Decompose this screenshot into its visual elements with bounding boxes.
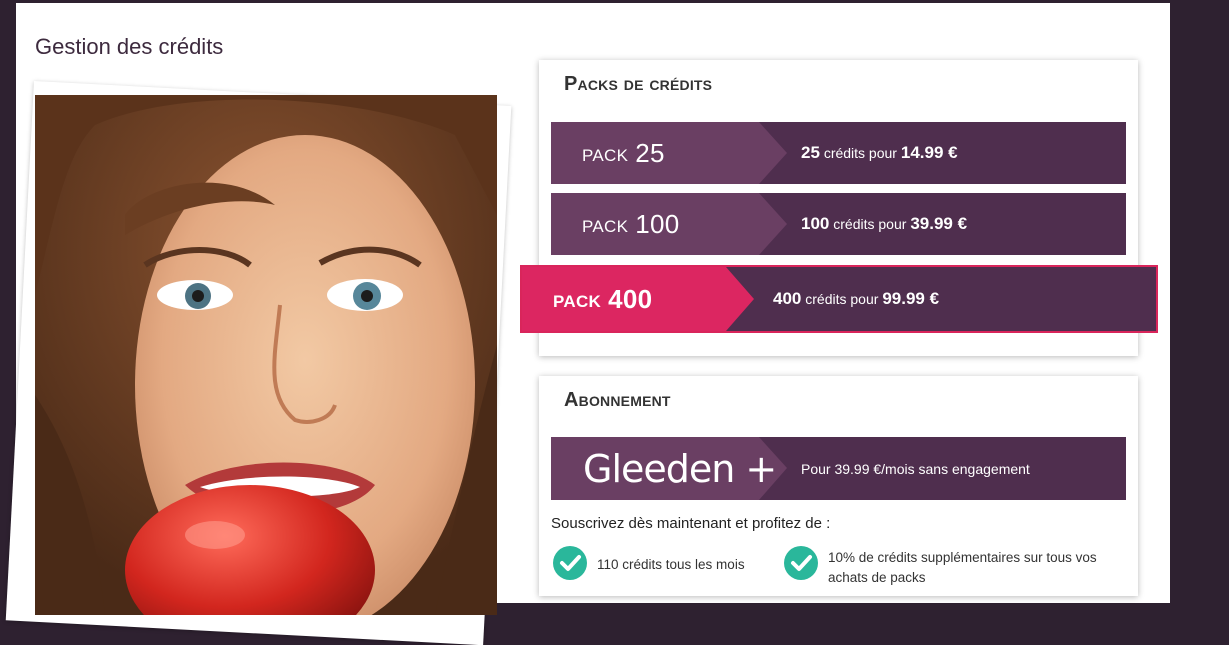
subscription-button[interactable]: Gleeden + Pour 39.99 €/mois sans engagem…	[551, 437, 1126, 500]
pack-name: PACK 100	[582, 209, 680, 240]
packs-title: Packs de crédits	[564, 73, 713, 95]
page-title: Gestion des crédits	[35, 33, 224, 59]
pack-label: PACK	[553, 292, 602, 311]
gleeden-plus-logo: Gleeden +	[583, 447, 777, 491]
pack-25-button[interactable]: PACK 25 25 crédits pour 14.99 €	[551, 122, 1126, 184]
pack-middle-text: crédits pour	[805, 291, 879, 307]
credits-panel: Gestion des crédits Packs de crédits PAC…	[5, 3, 1170, 645]
pack-description: 25 crédits pour 14.99 €	[801, 143, 958, 163]
pack-number: 100	[635, 209, 680, 239]
check-circle-icon	[553, 546, 587, 580]
pack-credits: 100	[801, 214, 830, 233]
pack-price: 14.99 €	[900, 143, 958, 162]
pack-middle-text: crédits pour	[823, 145, 897, 161]
pack-middle-text: crédits pour	[833, 216, 907, 232]
benefit-text: 110 crédits tous les mois	[597, 557, 745, 572]
pack-name: PACK 25	[582, 138, 665, 169]
woman-apple-illustration	[35, 95, 497, 615]
pack-price: 99.99 €	[882, 289, 940, 308]
subscription-card: Abonnement Gleeden + Pour 39.99 €/mois s…	[539, 376, 1138, 596]
pack-100-button[interactable]: PACK 100 100 crédits pour 39.99 €	[551, 193, 1126, 255]
subscription-offer: Pour 39.99 €/mois sans engagement	[801, 461, 1030, 477]
pack-description: 100 crédits pour 39.99 €	[801, 214, 967, 234]
pack-400-button[interactable]: PACK 400 400 crédits pour 99.99 €	[520, 265, 1158, 333]
check-circle-icon	[784, 546, 818, 580]
promo-photo	[35, 95, 497, 615]
pack-arrow	[759, 122, 787, 184]
pack-arrow	[726, 267, 754, 331]
pack-credits: 25	[801, 143, 820, 162]
subscription-intro: Souscrivez dès maintenant et profitez de…	[551, 515, 831, 532]
pack-number: 400	[608, 284, 653, 314]
pack-name: PACK 400	[553, 284, 652, 315]
pack-label: PACK	[582, 217, 629, 236]
pack-description: 400 crédits pour 99.99 €	[773, 289, 939, 309]
pack-label: PACK	[582, 146, 629, 165]
pack-number: 25	[635, 138, 665, 168]
credit-packs-card: Packs de crédits PACK 25 25 crédits pour…	[520, 60, 1158, 356]
pack-price: 39.99 €	[910, 214, 968, 233]
subscription-title: Abonnement	[564, 389, 671, 411]
benefit-text: 10% de crédits supplémentaires sur tous …	[828, 550, 1097, 585]
pack-arrow	[759, 193, 787, 255]
pack-credits: 400	[773, 289, 802, 308]
